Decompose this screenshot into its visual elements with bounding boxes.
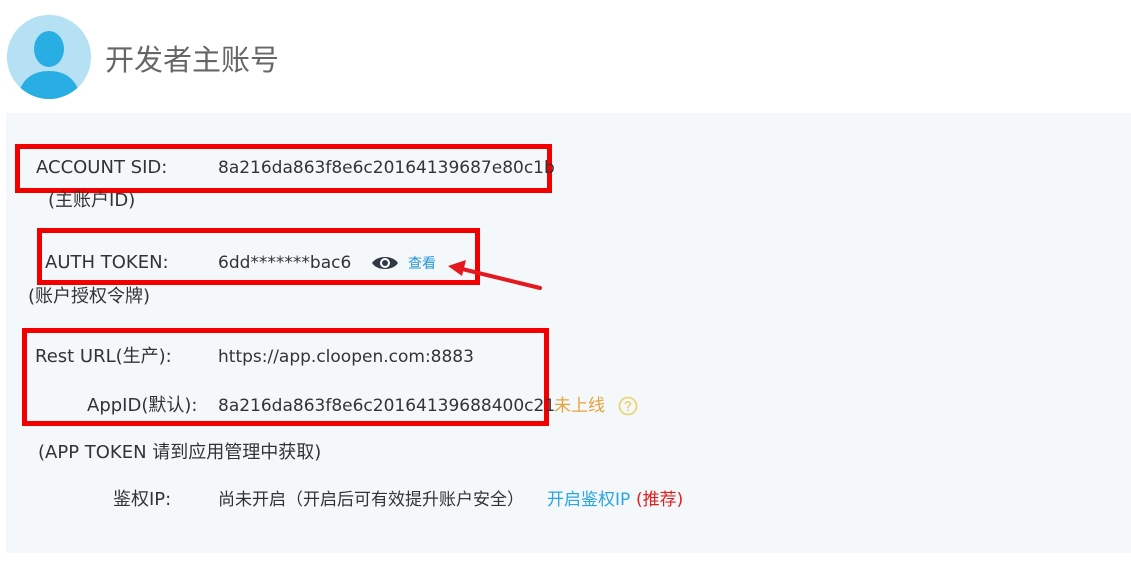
auth-token-label: AUTH TOKEN: — [45, 252, 169, 273]
account-sid-value: 8a216da863f8e6c20164139687e80c1b — [218, 158, 555, 178]
question-circle-icon[interactable] — [618, 396, 638, 416]
auth-ip-value: 尚未开启（开启后可有效提升账户安全） — [218, 490, 524, 510]
account-sid-label: ACCOUNT SID: — [36, 157, 168, 178]
user-avatar-icon — [7, 15, 91, 99]
app-token-note: (APP TOKEN 请到应用管理中获取) — [38, 442, 322, 463]
appid-value: 8a216da863f8e6c20164139688400c21 — [218, 396, 556, 416]
auth-ip-label: 鉴权IP: — [113, 489, 172, 510]
enable-auth-ip-link[interactable]: 开启鉴权IP — [547, 488, 630, 512]
rest-url-label: Rest URL(生产): — [35, 346, 172, 367]
rest-url-value: https://app.cloopen.com:8883 — [218, 347, 474, 367]
account-sid-note: (主账户ID) — [48, 190, 136, 211]
avatar — [7, 15, 91, 99]
eye-icon[interactable] — [370, 253, 400, 273]
page-title: 开发者主账号 — [105, 43, 280, 77]
view-token-link[interactable]: 查看 — [408, 254, 436, 274]
recommend-tag: (推荐) — [636, 490, 684, 510]
appid-label: AppID(默认): — [87, 395, 198, 416]
appid-status: 未上线 — [554, 396, 605, 416]
arrow-annotation — [440, 258, 550, 298]
auth-token-value: 6dd*******bac6 — [218, 253, 352, 273]
auth-token-note: (账户授权令牌) — [28, 286, 151, 307]
